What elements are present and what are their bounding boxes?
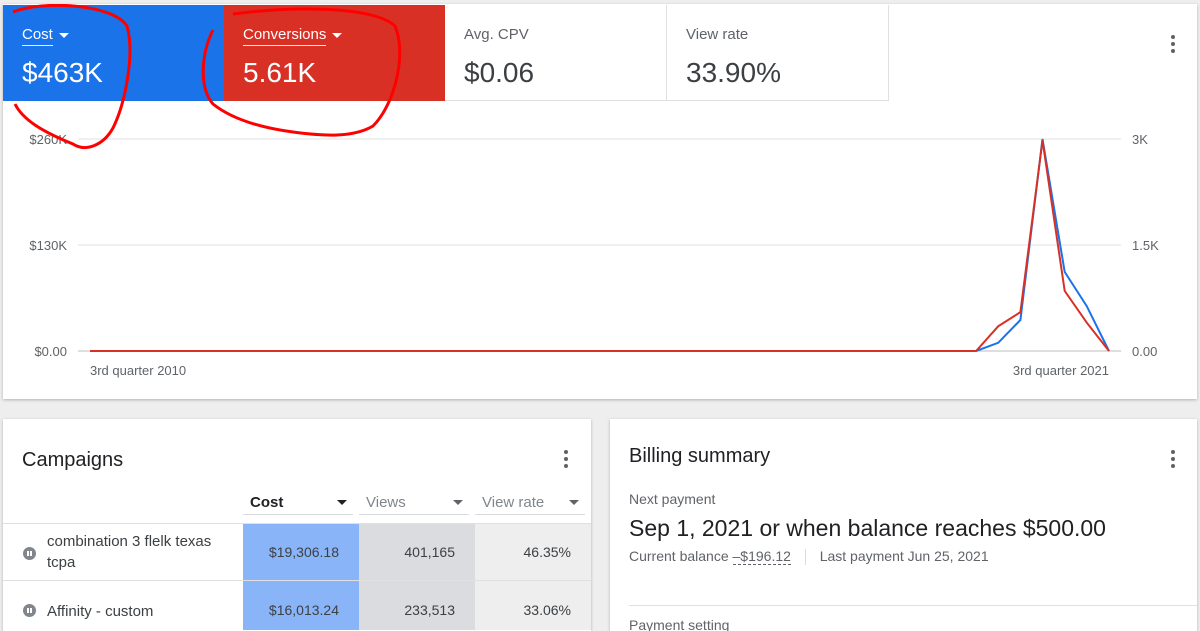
billing-summary-card: Billing summary Next payment Sep 1, 2021…: [610, 419, 1197, 631]
y-right-tick-label: 1.5K: [1132, 238, 1159, 253]
next-payment-value: Sep 1, 2021 or when balance reaches $500…: [629, 515, 1106, 541]
y-right-tick-label: 0.00: [1132, 344, 1157, 359]
current-balance-label: Current balance: [629, 548, 729, 564]
y-left-tick-label: $260K: [29, 132, 67, 147]
cell-cost: $16,013.24: [243, 581, 359, 630]
column-header-view-rate[interactable]: View rate: [475, 493, 585, 515]
divider: [629, 605, 1197, 606]
y-left-tick-label: $0.00: [34, 344, 67, 359]
current-balance-value[interactable]: –$196.12: [732, 548, 791, 565]
paused-status-icon[interactable]: [23, 547, 36, 560]
sort-caret-icon: [453, 500, 463, 505]
more-vert-icon[interactable]: [556, 447, 576, 471]
performance-overview-card: Cost $463K Conversions 5.61K Avg. CPV $0…: [3, 4, 1197, 399]
cell-cost: $19,306.18: [243, 524, 359, 580]
campaigns-title: Campaigns: [22, 449, 124, 471]
paused-status-icon[interactable]: [23, 604, 36, 617]
campaign-name[interactable]: combination 3 flelk texas tcpa: [47, 531, 237, 573]
campaign-name[interactable]: Affinity - custom: [47, 601, 237, 622]
column-header-views[interactable]: Views: [359, 493, 469, 515]
next-payment-label: Next payment: [629, 491, 716, 507]
cell-views: 233,513: [359, 581, 475, 630]
sort-caret-icon: [337, 500, 347, 505]
last-payment: Last payment Jun 25, 2021: [819, 548, 989, 564]
x-tick-label: 3rd quarter 2021: [1013, 363, 1109, 378]
cell-view-rate: 46.35%: [475, 524, 591, 580]
payment-setting-label: Payment setting: [629, 617, 730, 631]
column-header-cost[interactable]: Cost: [243, 493, 353, 515]
balance-line: Current balance –$196.12 Last payment Ju…: [629, 548, 989, 566]
more-vert-icon[interactable]: [1163, 447, 1183, 471]
x-tick-label: 3rd quarter 2010: [90, 363, 186, 378]
sort-caret-icon: [569, 500, 579, 505]
y-left-tick-label: $130K: [29, 238, 67, 253]
y-right-tick-label: 3K: [1132, 132, 1148, 147]
billing-title: Billing summary: [629, 445, 771, 467]
series-line-conversions: [90, 140, 1110, 352]
campaigns-card: Campaigns Cost Views View rate combinati…: [3, 419, 591, 631]
divider: [804, 549, 806, 566]
cell-view-rate: 33.06%: [475, 581, 591, 630]
line-chart: $0.00 $130K $260K 0.00 1.5K 3K 3rd quarter 201…: [29, 132, 1159, 378]
cell-views: 401,165: [359, 524, 475, 580]
table-row[interactable]: combination 3 flelk texas tcpa $19,306.1…: [3, 523, 591, 580]
table-row[interactable]: Affinity - custom $16,013.24 233,513 33.…: [3, 580, 591, 630]
